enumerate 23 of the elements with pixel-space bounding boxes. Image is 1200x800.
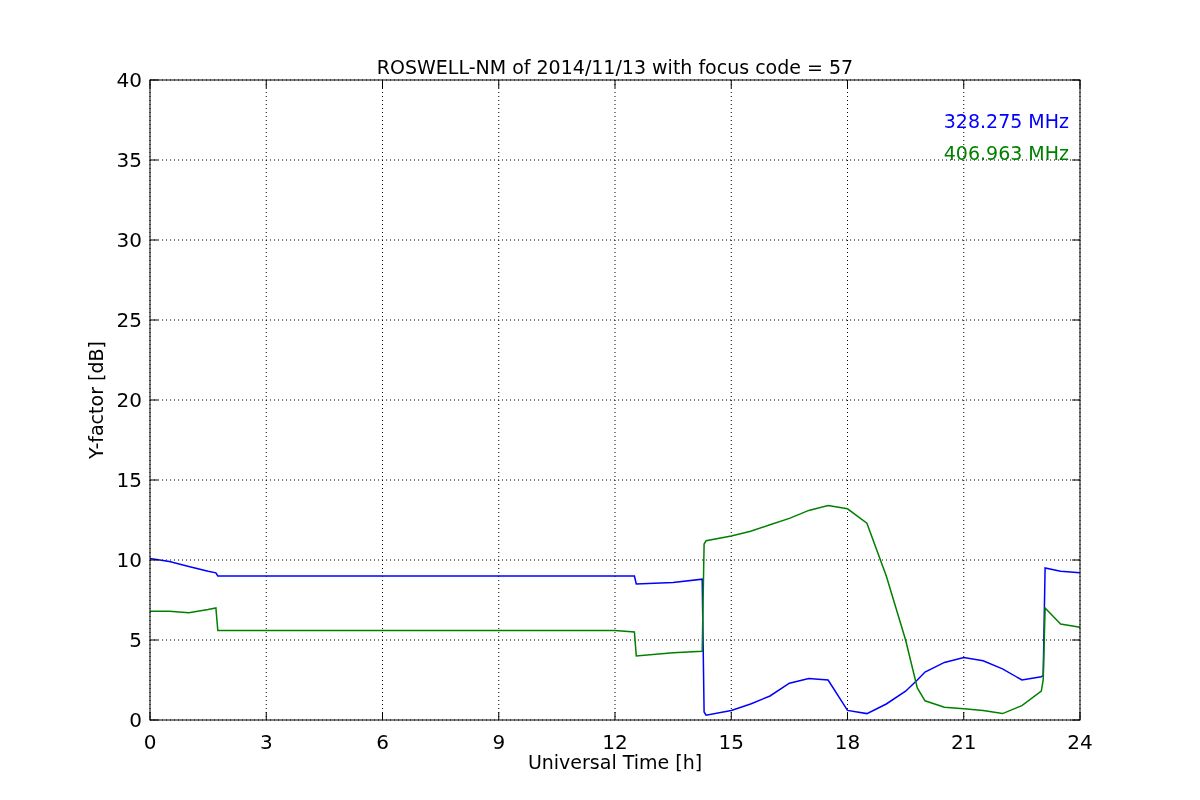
x-axis-label: Universal Time [h]: [527, 751, 703, 773]
x-tick-label: 0: [143, 730, 157, 754]
y-tick-label: 25: [116, 308, 142, 332]
x-tick-label: 15: [718, 730, 744, 754]
y-tick-label: 20: [116, 388, 142, 412]
chart-title: ROSWELL-NM of 2014/11/13 with focus code = 57: [376, 56, 854, 78]
y-tick-label: 5: [129, 628, 142, 652]
y-tick-label: 0: [129, 708, 142, 732]
legend-label: 328.275 MHz: [943, 110, 1069, 132]
legend-label: 406.963 MHz: [943, 142, 1069, 164]
y-tick-label: 10: [116, 548, 142, 572]
x-tick-label: 18: [834, 730, 861, 754]
y-axis-label: Y-factor [dB]: [85, 341, 107, 459]
x-tick-label: 6: [376, 730, 389, 754]
x-tick-label: 21: [951, 730, 977, 754]
y-tick-label: 35: [116, 148, 142, 172]
x-tick-label: 3: [259, 730, 273, 754]
x-tick-label: 9: [492, 730, 506, 754]
y-tick-label: 30: [116, 228, 142, 252]
y-tick-label: 40: [116, 68, 142, 92]
x-tick-label: 12: [602, 730, 628, 754]
x-tick-label: 24: [1067, 730, 1093, 754]
y-tick-label: 15: [116, 468, 142, 492]
